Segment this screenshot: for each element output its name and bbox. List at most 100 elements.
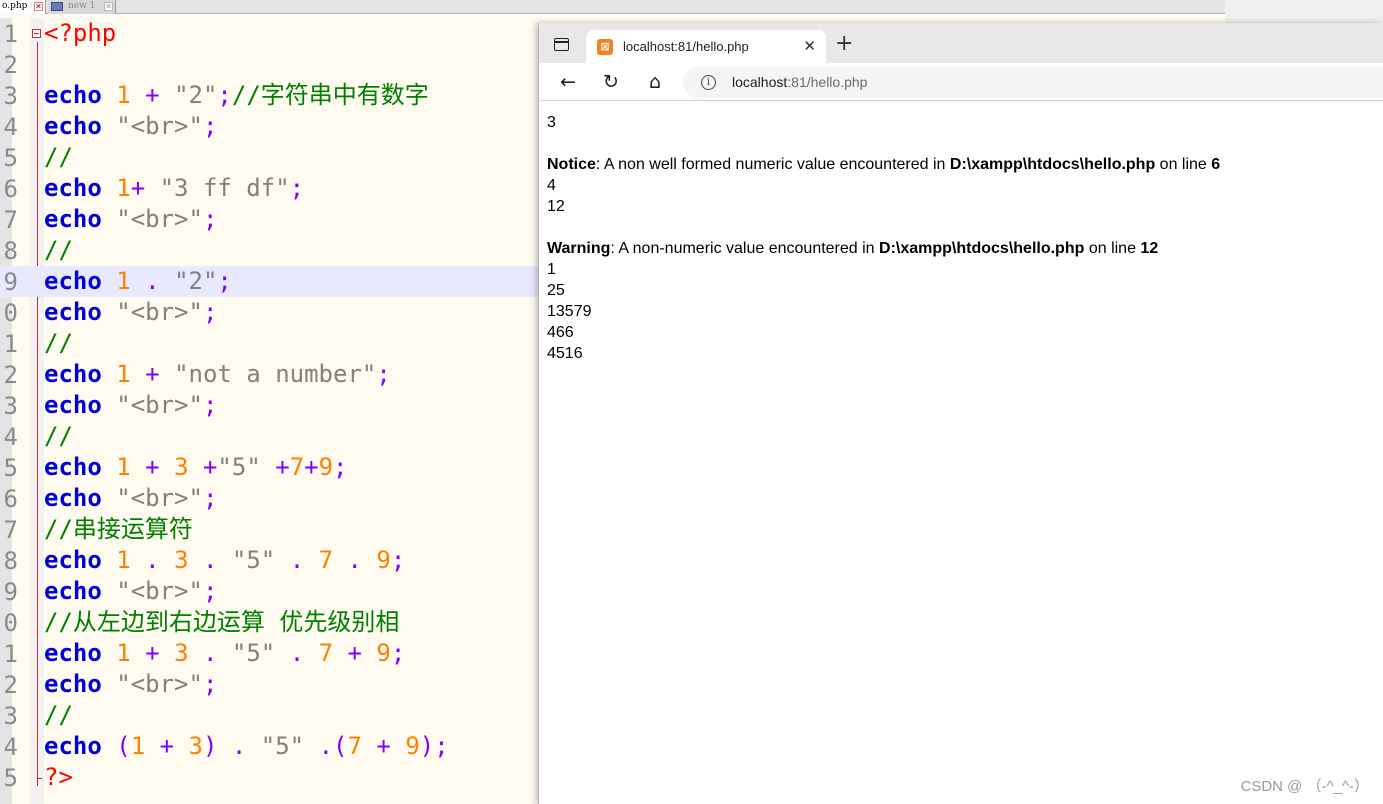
code-token: 1: [116, 546, 131, 574]
code-area[interactable]: 1 <?php 2 3 echo 1 + "2";//字符串中有数字 4 echo "<br…: [0, 18, 538, 793]
code-token: ;: [390, 546, 406, 574]
code-text: echo "<br>";: [44, 483, 217, 514]
address-bar[interactable]: i localhost:81/hello.php: [683, 67, 1383, 98]
code-line[interactable]: 1 //: [0, 328, 538, 359]
close-icon[interactable]: ✕: [104, 2, 113, 11]
code-line[interactable]: 6 echo "<br>";: [0, 483, 538, 514]
code-token: 7: [318, 546, 334, 574]
back-button[interactable]: ←: [555, 69, 581, 95]
code-token: echo: [44, 267, 102, 295]
browser-tab[interactable]: ⊠ localhost:81/hello.php ✕: [586, 30, 826, 63]
notice-label: Notice: [547, 156, 596, 173]
code-text: echo 1 + "2";//字符串中有数字: [44, 80, 429, 111]
code-token: ;: [202, 577, 218, 605]
code-line[interactable]: 9 echo "<br>";: [0, 576, 538, 607]
notice-on: on line: [1155, 156, 1212, 173]
line-number: 1: [3, 640, 18, 668]
notice-message: Notice: A non well formed numeric value …: [547, 154, 1377, 175]
code-line[interactable]: 8 //: [0, 235, 538, 266]
code-token: "<br>": [116, 391, 203, 419]
code-token: "<br>": [116, 112, 203, 140]
notice-line: 6: [1211, 156, 1221, 173]
code-text: //: [44, 421, 73, 452]
code-token: //: [44, 701, 73, 729]
line-number: 1: [3, 20, 18, 48]
code-token: ;: [202, 112, 218, 140]
code-text: echo 1 . 3 . "5" . 7 . 9;: [44, 545, 405, 576]
line-number: 7: [3, 206, 18, 234]
editor-tab-label: o.php: [2, 1, 28, 11]
code-line[interactable]: 3 //: [0, 700, 538, 731]
code-line[interactable]: 1 <?php: [0, 18, 538, 49]
code-line[interactable]: 8 echo 1 . 3 . "5" . 7 . 9;: [0, 545, 538, 576]
code-line[interactable]: 2 echo 1 + "not a number";: [0, 359, 538, 390]
sidebar-toggle-icon[interactable]: [554, 38, 569, 51]
reload-button[interactable]: ↻: [598, 69, 624, 95]
code-token: (: [116, 732, 131, 760]
code-line[interactable]: 4 echo (1 + 3) . "5" .(7 + 9);: [0, 731, 538, 762]
line-number: 1: [3, 330, 18, 358]
warning-message: Warning: A non-numeric value encountered…: [547, 238, 1377, 259]
code-token: "<br>": [116, 298, 203, 326]
code-token: .: [145, 267, 160, 295]
close-tab-icon[interactable]: ✕: [803, 37, 816, 55]
line-number: 8: [3, 237, 18, 265]
code-line[interactable]: 2: [0, 49, 538, 80]
line-number: 4: [3, 733, 18, 761]
code-line[interactable]: 4 echo "<br>";: [0, 111, 538, 142]
code-line[interactable]: 2 echo "<br>";: [0, 669, 538, 700]
code-line[interactable]: 0 //从左边到右边运算 优先级别相: [0, 607, 538, 638]
code-line[interactable]: 4 //: [0, 421, 538, 452]
code-line[interactable]: 5 echo 1 + 3 +"5" +7+9;: [0, 452, 538, 483]
code-line[interactable]: 1 echo 1 + 3 . "5" . 7 + 9;: [0, 638, 538, 669]
code-line[interactable]: 5 //: [0, 142, 538, 173]
site-info-icon[interactable]: i: [701, 75, 716, 90]
url-text[interactable]: localhost:81/hello.php: [732, 74, 867, 90]
code-token: ;: [289, 174, 305, 202]
line-number: 5: [3, 144, 18, 172]
code-token: +: [145, 360, 160, 388]
document-icon: [51, 2, 63, 11]
code-line[interactable]: 7 echo "<br>";: [0, 204, 538, 235]
code-token: );: [419, 732, 449, 760]
code-token: +: [130, 174, 146, 202]
code-line[interactable]: 3 echo 1 + "2";//字符串中有数字: [0, 80, 538, 111]
code-token: 7: [347, 732, 362, 760]
warning-file: D:\xampp\htdocs\hello.php: [879, 240, 1085, 257]
editor-tab-active[interactable]: o.php ✕: [0, 0, 46, 14]
code-text: echo 1+ "3 ff df";: [44, 173, 304, 204]
code-line[interactable]: 6 echo 1+ "3 ff df";: [0, 173, 538, 204]
code-line[interactable]: 9 echo 1 . "2";: [0, 266, 538, 297]
close-icon[interactable]: ✕: [34, 2, 43, 11]
code-token: ;: [390, 639, 406, 667]
code-text: echo "<br>";: [44, 669, 217, 700]
code-token: "not a number": [174, 360, 377, 388]
code-line[interactable]: 5 ?>: [0, 762, 538, 793]
code-token: .: [145, 546, 160, 574]
code-token: +: [145, 639, 160, 667]
code-line[interactable]: 3 echo "<br>";: [0, 390, 538, 421]
code-text: echo 1 . "2";: [44, 266, 232, 297]
editor-tab-inactive[interactable]: new 1 ✕: [48, 0, 116, 14]
code-line[interactable]: 7 //串接运算符: [0, 514, 538, 545]
code-token: 1: [130, 732, 146, 760]
notice-file: D:\xampp\htdocs\hello.php: [949, 156, 1156, 173]
home-button[interactable]: ⌂: [642, 69, 668, 95]
code-line[interactable]: 0 echo "<br>";: [0, 297, 538, 328]
new-tab-button[interactable]: +: [835, 31, 853, 56]
code-token: 1: [116, 453, 131, 481]
